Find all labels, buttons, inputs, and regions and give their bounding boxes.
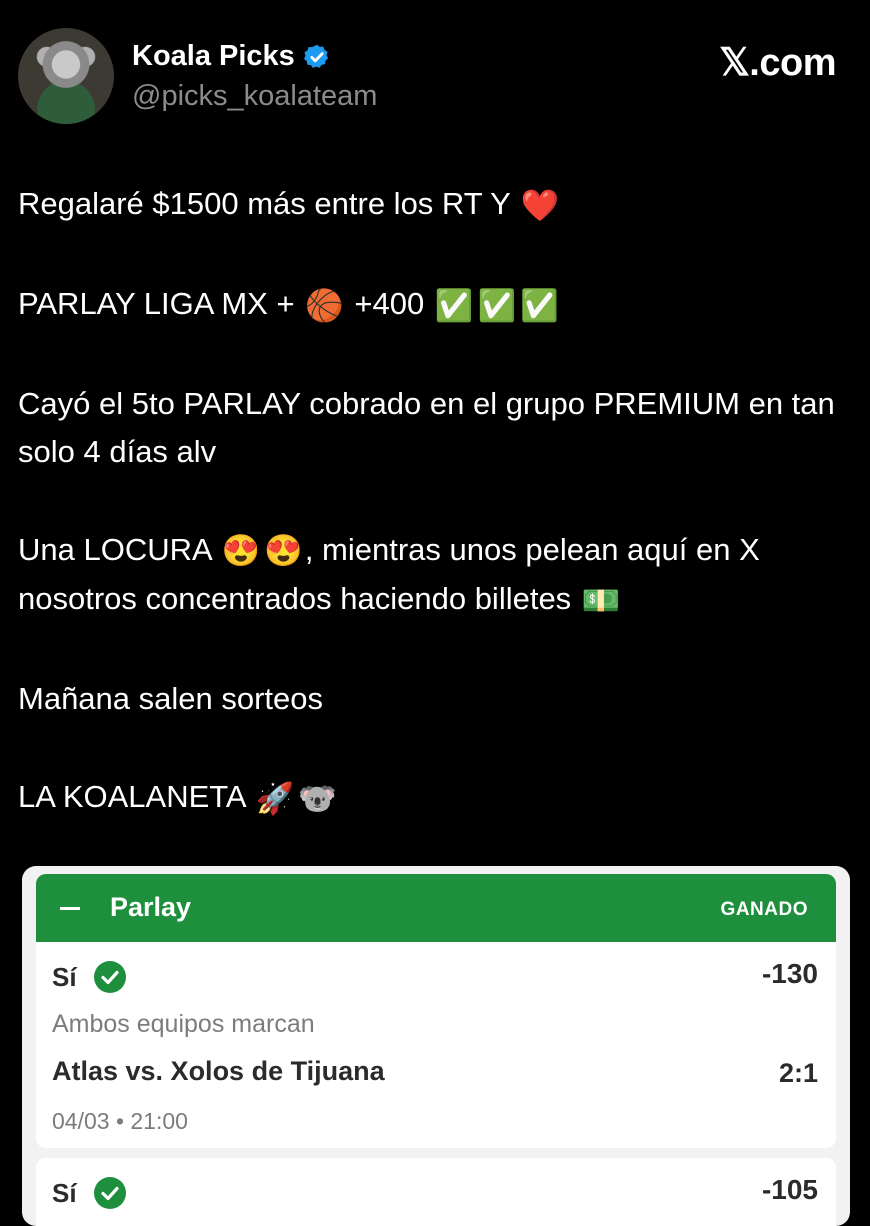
bet-pick-label: Sí bbox=[52, 961, 77, 992]
bet-leg: Sí -105 bbox=[36, 1158, 836, 1226]
heart-eyes-icon: 😍 bbox=[221, 533, 261, 569]
parlay-header[interactable]: Parlay GANADO bbox=[36, 874, 836, 942]
koala-icon: 🐨 bbox=[298, 781, 337, 817]
tweet-line-sorteos: Mañana salen sorteos bbox=[18, 681, 324, 717]
bet-leg: Sí -130 Ambos equipos marcan Atlas vs. X… bbox=[36, 942, 836, 1148]
bet-pick: Sí bbox=[52, 1176, 127, 1210]
check-circle-icon bbox=[93, 1177, 126, 1209]
avatar[interactable] bbox=[18, 28, 114, 124]
tweet-line-parlay: PARLAY LIGA MX + 🏀 +400 ✅ ✅ ✅ bbox=[18, 280, 858, 330]
tweet-line-koalaneta: LA KOALANETA 🚀 🐨 bbox=[18, 773, 858, 823]
tweet-line4-text-a: Una LOCURA bbox=[18, 531, 211, 567]
bet-match: Atlas vs. Xolos de Tijuana bbox=[52, 1056, 385, 1086]
heart-eyes-icon: 😍 bbox=[264, 533, 303, 569]
collapse-minus-icon[interactable] bbox=[60, 907, 80, 910]
heart-icon: ❤️ bbox=[520, 187, 560, 223]
check-icon: ✅ bbox=[477, 287, 517, 323]
bet-slip-card[interactable]: Parlay GANADO Sí -130 Ambos equipos marc… bbox=[22, 866, 850, 1226]
author-name-row[interactable]: Koala Picks bbox=[132, 40, 331, 73]
tweet-line-premium: Cayó el 5to PARLAY cobrado en el grupo P… bbox=[18, 385, 835, 469]
bet-pick-label: Sí bbox=[52, 1177, 77, 1208]
check-icon: ✅ bbox=[520, 287, 559, 323]
tweet-line2-odds: +400 bbox=[354, 285, 425, 321]
bet-pick: Sí bbox=[52, 960, 127, 994]
parlay-title: Parlay bbox=[110, 892, 192, 922]
rocket-icon: 🚀 bbox=[255, 781, 295, 817]
tweet-line-giveaway: Regalaré $1500 más entre los RT Y ❤️ bbox=[18, 180, 858, 230]
money-icon: 💵 bbox=[581, 583, 621, 619]
basketball-icon: 🏀 bbox=[305, 287, 344, 323]
bet-odds: -130 bbox=[761, 958, 818, 989]
tweet-line-locura: Una LOCURA 😍 😍, mientras unos pelean aquí… bbox=[18, 526, 858, 626]
check-circle-icon bbox=[93, 961, 126, 993]
tweet-line6-text: LA KOALANETA bbox=[18, 779, 245, 815]
bet-market: Ambos equipos marcan bbox=[52, 1010, 315, 1038]
bet-date: 04/03 • 21:00 bbox=[52, 1108, 188, 1134]
x-brand-logo: 𝕏.com bbox=[719, 42, 836, 84]
author-name[interactable]: Koala Picks bbox=[132, 40, 295, 73]
check-icon: ✅ bbox=[434, 287, 474, 323]
bet-score: 2:1 bbox=[778, 1058, 818, 1088]
bet-odds: -105 bbox=[761, 1174, 818, 1205]
tweet-line2-text: PARLAY LIGA MX + bbox=[18, 285, 295, 321]
status-badge: GANADO bbox=[720, 899, 808, 920]
tweet-line1-text: Regalaré $1500 más entre los RT Y bbox=[18, 186, 511, 221]
author-handle[interactable]: @picks_koalateam bbox=[132, 80, 377, 113]
verified-badge-icon bbox=[303, 44, 328, 68]
tweet-body: Regalaré $1500 más entre los RT Y ❤️ PAR… bbox=[18, 180, 858, 873]
